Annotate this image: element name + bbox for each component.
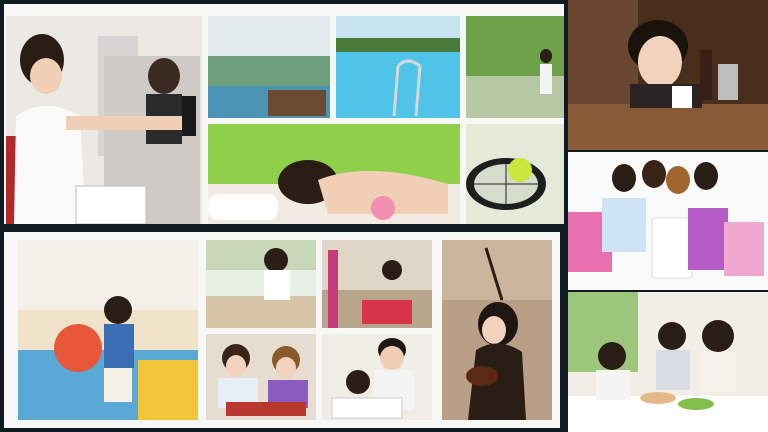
- gym-photo: [6, 16, 202, 224]
- spa-massage-photo: [208, 124, 460, 224]
- kids-playroom-photo: [18, 240, 198, 420]
- cafe-woman-photo: [568, 0, 768, 150]
- shopping-women-photo: [568, 152, 768, 290]
- kids-crafts-photo: [206, 240, 316, 328]
- park-runner-photo: [466, 16, 564, 118]
- playground-photo: [322, 240, 432, 328]
- father-daughter-photo: [322, 334, 432, 420]
- family-dinner-photo: [568, 292, 768, 432]
- indoor-pool-photo: [208, 16, 330, 118]
- violin-girl-photo: [442, 240, 552, 420]
- outdoor-pool-photo: [336, 16, 460, 118]
- tennis-photo: [466, 124, 564, 224]
- kids-reading-photo: [206, 334, 316, 420]
